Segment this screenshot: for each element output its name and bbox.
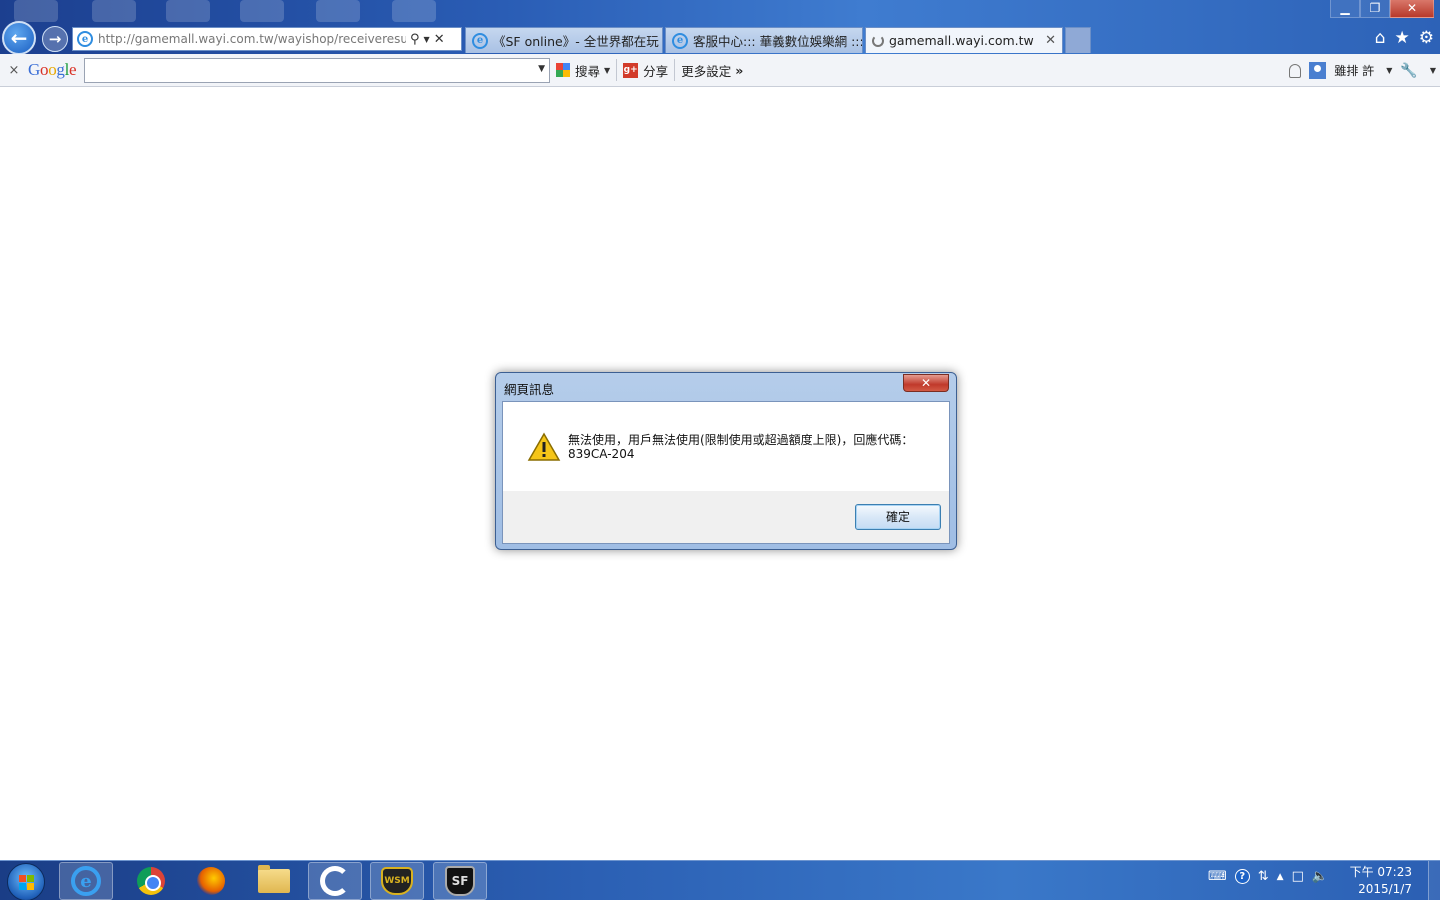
dialog-message-line2: 839CA-204 (568, 447, 635, 461)
taskbar-sf-online[interactable]: SF (433, 862, 487, 900)
windows-logo-icon (19, 875, 35, 891)
clock-time: 下午 07:23 (1349, 865, 1412, 879)
show-desktop-button[interactable] (1428, 861, 1440, 900)
volume-icon[interactable]: 🔈 (1312, 869, 1328, 884)
more-label: 更多設定 (681, 63, 732, 79)
internet-explorer-icon: e (71, 866, 101, 896)
gear-icon[interactable]: ⚙ (1419, 28, 1434, 48)
back-button[interactable]: ← (2, 21, 36, 55)
dialog-message-line1: 無法使用，用戶無法使用(限制使用或超過額度上限)，回應代碼： (568, 433, 914, 447)
start-button[interactable] (7, 863, 45, 900)
home-icon[interactable]: ⌂ (1375, 28, 1386, 48)
taskbar-chrome[interactable] (124, 862, 178, 900)
chevron-down-icon[interactable]: ▼ (1386, 66, 1392, 75)
taskbar-wsm[interactable]: WSM (370, 862, 424, 900)
desktop-icon-glimpse (316, 0, 360, 22)
network-icon[interactable]: □ (1292, 869, 1304, 884)
tab-close-icon[interactable]: ✕ (1045, 33, 1056, 48)
new-tab-button[interactable] (1065, 27, 1091, 53)
google-search-input[interactable]: ▼ (84, 57, 550, 83)
desktop-icon-glimpse (92, 0, 136, 22)
browser-right-icons: ⌂ ★ ⚙ (1375, 28, 1434, 48)
sf-online-icon: SF (445, 866, 475, 896)
address-bar[interactable]: e http://gamemall.wayi.com.tw/wayishop/r… (72, 27, 462, 51)
search-dropdown-icon[interactable]: ▼ (538, 64, 545, 74)
tab-title: 《SF online》- 全世界都在玩 (493, 34, 659, 49)
google-search-icon (556, 63, 570, 77)
browser-title-bar: ▁ ❐ ✕ ← → e http://gamemall.wayi.com.tw/… (0, 0, 1440, 55)
google-search-button[interactable]: 搜尋 ▼ (550, 58, 616, 83)
dropdown-icon[interactable]: ▼ (424, 35, 430, 44)
taskbar-ie[interactable]: e (59, 862, 113, 900)
dialog-close-button[interactable]: ✕ (903, 374, 949, 392)
ie-icon: e (472, 32, 488, 49)
search-icon[interactable]: ⚲ (410, 32, 420, 47)
user-name[interactable]: 雖排 許 (1334, 62, 1374, 79)
address-url[interactable]: http://gamemall.wayi.com.tw/wayishop/rec… (98, 32, 406, 46)
clock-date: 2015/1/7 (1358, 882, 1412, 896)
launcher-icon (320, 866, 350, 896)
tab-title: 客服中心::: 華義數位娛樂網 ::: (693, 34, 862, 49)
desktop-icon-glimpse (240, 0, 284, 22)
chevron-down-icon: ▼ (604, 65, 611, 75)
desktop-icon-glimpse (14, 0, 58, 22)
system-tray: ⌨ ? ⇅ ▲ □ 🔈 (1208, 869, 1328, 884)
firefox-icon (197, 867, 225, 895)
tab-title: gamemall.wayi.com.tw (889, 33, 1034, 48)
chrome-icon (137, 867, 165, 895)
search-label: 搜尋 (575, 63, 601, 79)
window-controls: ▁ ❐ ✕ (1330, 0, 1434, 18)
language-icon[interactable]: ⇅ (1258, 869, 1269, 884)
taskbar-launcher[interactable] (308, 862, 362, 900)
window-close-button[interactable]: ✕ (1390, 0, 1434, 18)
google-plus-icon: g+ (623, 62, 639, 78)
desktop-icon-glimpse (166, 0, 210, 22)
google-toolbar: × Google ▼ 搜尋 ▼ g+ 分享 更多設定 » 雖排 許 ▼ 🔧 ▼ (0, 54, 1440, 87)
taskbar-file-explorer[interactable] (247, 862, 301, 900)
desktop-icon-glimpse (392, 0, 436, 22)
back-arrow-icon: ← (10, 26, 28, 50)
minimize-button[interactable]: ▁ (1330, 0, 1360, 18)
share-label: 分享 (643, 63, 669, 79)
clock[interactable]: 下午 07:23 2015/1/7 (1346, 864, 1412, 898)
warning-icon (527, 432, 561, 461)
dialog-body: 無法使用，用戶無法使用(限制使用或超過額度上限)，回應代碼： 839CA-204 (503, 402, 949, 491)
forward-button[interactable]: → (42, 26, 68, 52)
alert-dialog: 網頁訊息 ✕ 無法使用，用戶無法使用(限制使用或超過額度上限)，回應代碼： 83… (495, 372, 957, 550)
stop-icon[interactable]: ✕ (434, 32, 445, 47)
wsm-icon: WSM (381, 867, 413, 895)
dialog-content: 無法使用，用戶無法使用(限制使用或超過額度上限)，回應代碼： 839CA-204… (502, 401, 950, 544)
chevron-down-icon[interactable]: ▼ (1430, 66, 1436, 75)
share-button[interactable]: g+ 分享 (617, 58, 674, 83)
keyboard-icon[interactable]: ⌨ (1208, 869, 1227, 884)
help-icon[interactable]: ? (1234, 869, 1250, 884)
ok-button[interactable]: 確定 (855, 504, 941, 530)
toolbar-right: 雖排 許 ▼ 🔧 ▼ (1289, 54, 1436, 87)
maximize-button[interactable]: ❐ (1360, 0, 1390, 18)
show-hidden-icons-icon[interactable]: ▲ (1277, 872, 1284, 882)
star-icon[interactable]: ★ (1395, 28, 1410, 48)
bell-icon[interactable] (1289, 63, 1302, 78)
tab-customer-service[interactable]: e 客服中心::: 華義數位娛樂網 ::: (665, 27, 863, 53)
loading-icon (872, 34, 884, 47)
toolbar-close-button[interactable]: × (0, 63, 28, 78)
tab-gamemall[interactable]: gamemall.wayi.com.tw ✕ (865, 27, 1063, 53)
folder-icon (258, 865, 290, 893)
taskbar: e WSM SF ⌨ ? ⇅ ▲ □ 🔈 下午 07:23 2015/1/7 (0, 860, 1440, 900)
ie-icon: e (77, 31, 93, 47)
dialog-footer: 確定 (503, 491, 949, 543)
double-chevron-icon: » (735, 62, 744, 78)
wrench-icon[interactable]: 🔧 (1400, 63, 1417, 79)
forward-arrow-icon: → (48, 30, 62, 48)
user-icon[interactable] (1309, 62, 1327, 79)
taskbar-firefox[interactable] (184, 862, 238, 900)
google-logo: Google (28, 60, 77, 79)
tab-sf-online[interactable]: e 《SF online》- 全世界都在玩 (465, 27, 663, 53)
ie-icon: e (672, 32, 688, 49)
more-settings-button[interactable]: 更多設定 » (675, 58, 749, 83)
dialog-title: 網頁訊息 (504, 382, 555, 397)
